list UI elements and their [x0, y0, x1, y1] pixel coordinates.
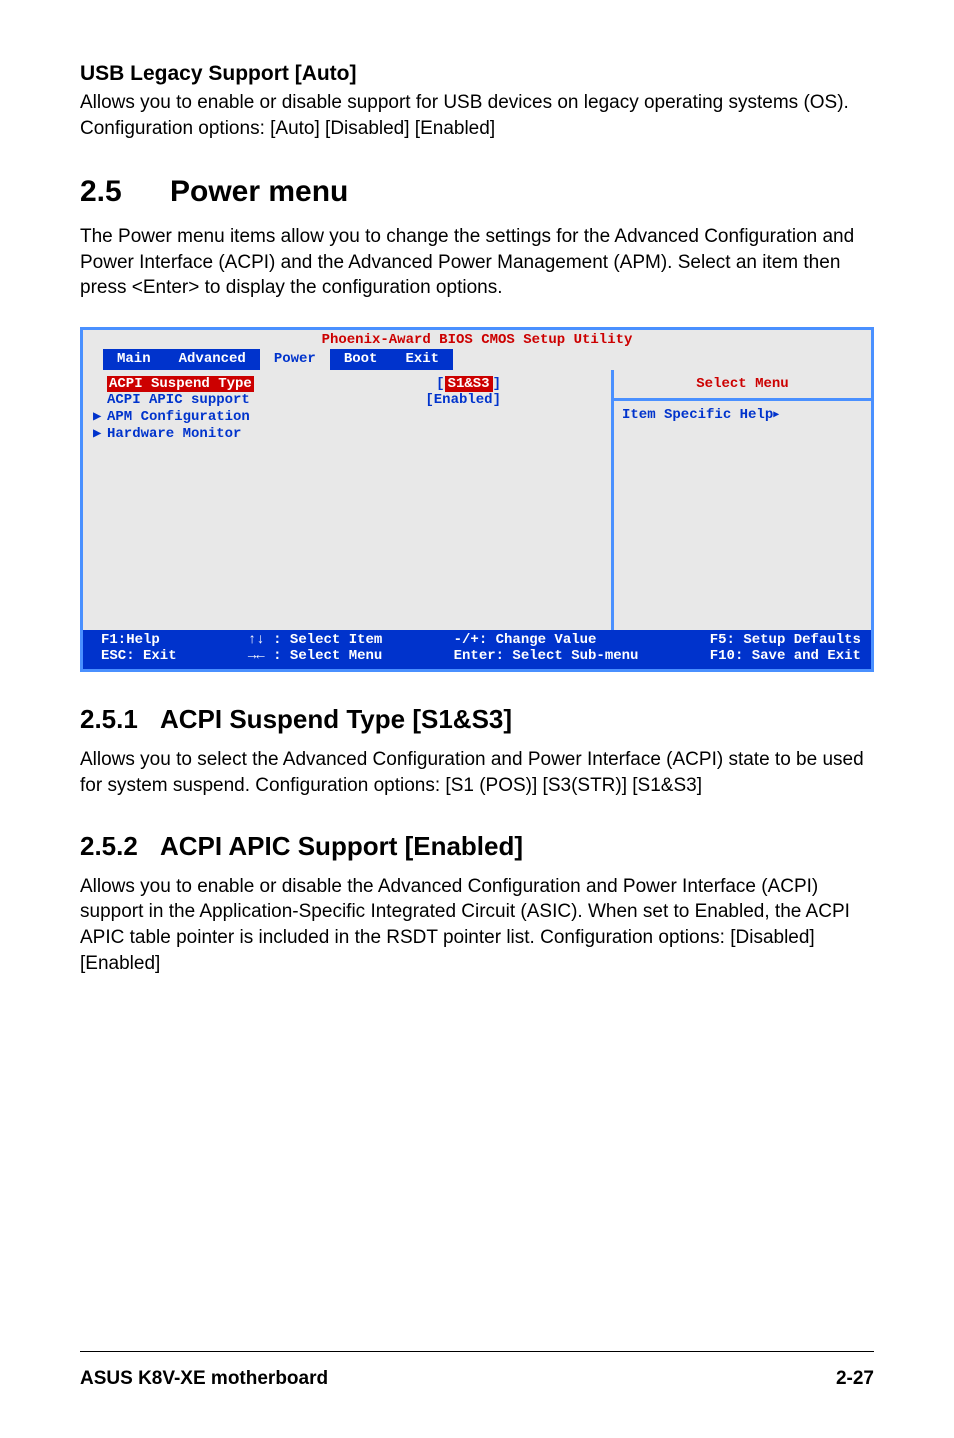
subsection-number: 2.5.2 [80, 829, 160, 864]
usb-heading: USB Legacy Support [Auto] [80, 60, 874, 88]
right-arrow-icon [773, 407, 779, 423]
bios-row-acpi-suspend: ACPI Suspend Type [S1&S3] [93, 376, 601, 393]
bios-key-enter: Enter: Select Sub-menu [454, 648, 639, 664]
page-footer: ASUS K8V-XE motherboard 2-27 [80, 1351, 874, 1392]
subsection-number: 2.5.1 [80, 702, 160, 737]
section-2-5-body: The Power menu items allow you to change… [80, 224, 874, 301]
spacer [93, 376, 107, 393]
section-2-5-1-body: Allows you to select the Advanced Config… [80, 747, 874, 798]
bios-tab-main: Main [103, 349, 165, 370]
bios-footer-col4: F5: Setup Defaults F10: Save and Exit [710, 632, 861, 666]
section-2-5-1-heading: 2.5.1ACPI Suspend Type [S1&S3] [80, 702, 874, 737]
bios-row-hwmon: ▶ Hardware Monitor [93, 426, 601, 443]
bios-key-help: F1:Help [101, 632, 160, 648]
bios-menu: Main Advanced Power Boot Exit [83, 349, 871, 370]
footer-right: 2-27 [836, 1366, 874, 1392]
spacer [93, 392, 107, 409]
bios-footer-col1: F1:Help ESC: Exit [101, 632, 177, 666]
section-2-5-2-body: Allows you to enable or disable the Adva… [80, 874, 874, 977]
bios-footer: F1:Help ESC: Exit ↑↓ : Select Item →← : … [83, 630, 871, 670]
footer-left: ASUS K8V-XE motherboard [80, 1366, 328, 1392]
submenu-arrow-icon: ▶ [93, 426, 107, 443]
bios-row-label: APM Configuration [107, 409, 407, 426]
bios-right-title: Select Menu [614, 370, 871, 402]
bios-row-label: ACPI Suspend Type [107, 376, 254, 393]
bios-right-body: Item Specific Help [614, 401, 871, 629]
bios-row-acpi-apic: ACPI APIC support [Enabled] [93, 392, 601, 409]
bios-footer-col3: -/+: Change Value Enter: Select Sub-menu [454, 632, 639, 666]
bios-row-value: [Enabled] [425, 392, 501, 409]
bios-row-apm: ▶ APM Configuration [93, 409, 601, 426]
section-title: Power menu [170, 175, 348, 208]
bios-key-f10: F10: Save and Exit [710, 648, 861, 664]
bios-row-label: Hardware Monitor [107, 426, 407, 443]
bios-screenshot: Phoenix-Award BIOS CMOS Setup Utility Ma… [80, 327, 874, 672]
bios-tab-exit: Exit [391, 349, 453, 370]
section-2-5-2-heading: 2.5.2ACPI APIC Support [Enabled] [80, 829, 874, 864]
bios-tab-power: Power [260, 349, 330, 370]
bios-key-esc: ESC: Exit [101, 648, 177, 664]
bios-footer-col2: ↑↓ : Select Item →← : Select Menu [248, 632, 382, 666]
subsection-title: ACPI Suspend Type [S1&S3] [160, 704, 512, 734]
subsection-title: ACPI APIC Support [Enabled] [160, 831, 523, 861]
section-number: 2.5 [80, 172, 170, 213]
bios-tab-advanced: Advanced [165, 349, 260, 370]
bios-key-updown: ↑↓ : Select Item [248, 632, 382, 648]
bios-row-value: S1&S3 [445, 376, 493, 392]
bios-title: Phoenix-Award BIOS CMOS Setup Utility [83, 330, 871, 349]
submenu-arrow-icon: ▶ [93, 409, 107, 426]
bios-key-leftright: →← : Select Menu [248, 648, 382, 664]
bios-row-label: ACPI APIC support [107, 392, 407, 409]
bios-help-text: Item Specific Help [622, 407, 773, 423]
usb-body: Allows you to enable or disable support … [80, 90, 874, 141]
bios-left-panel: ACPI Suspend Type [S1&S3] ACPI APIC supp… [83, 370, 611, 630]
bios-key-f5: F5: Setup Defaults [710, 632, 861, 648]
section-2-5-heading: 2.5Power menu [80, 172, 874, 213]
bios-right-panel: Select Menu Item Specific Help [611, 370, 871, 630]
bios-key-change: -/+: Change Value [454, 632, 597, 648]
bios-tab-boot: Boot [330, 349, 392, 370]
